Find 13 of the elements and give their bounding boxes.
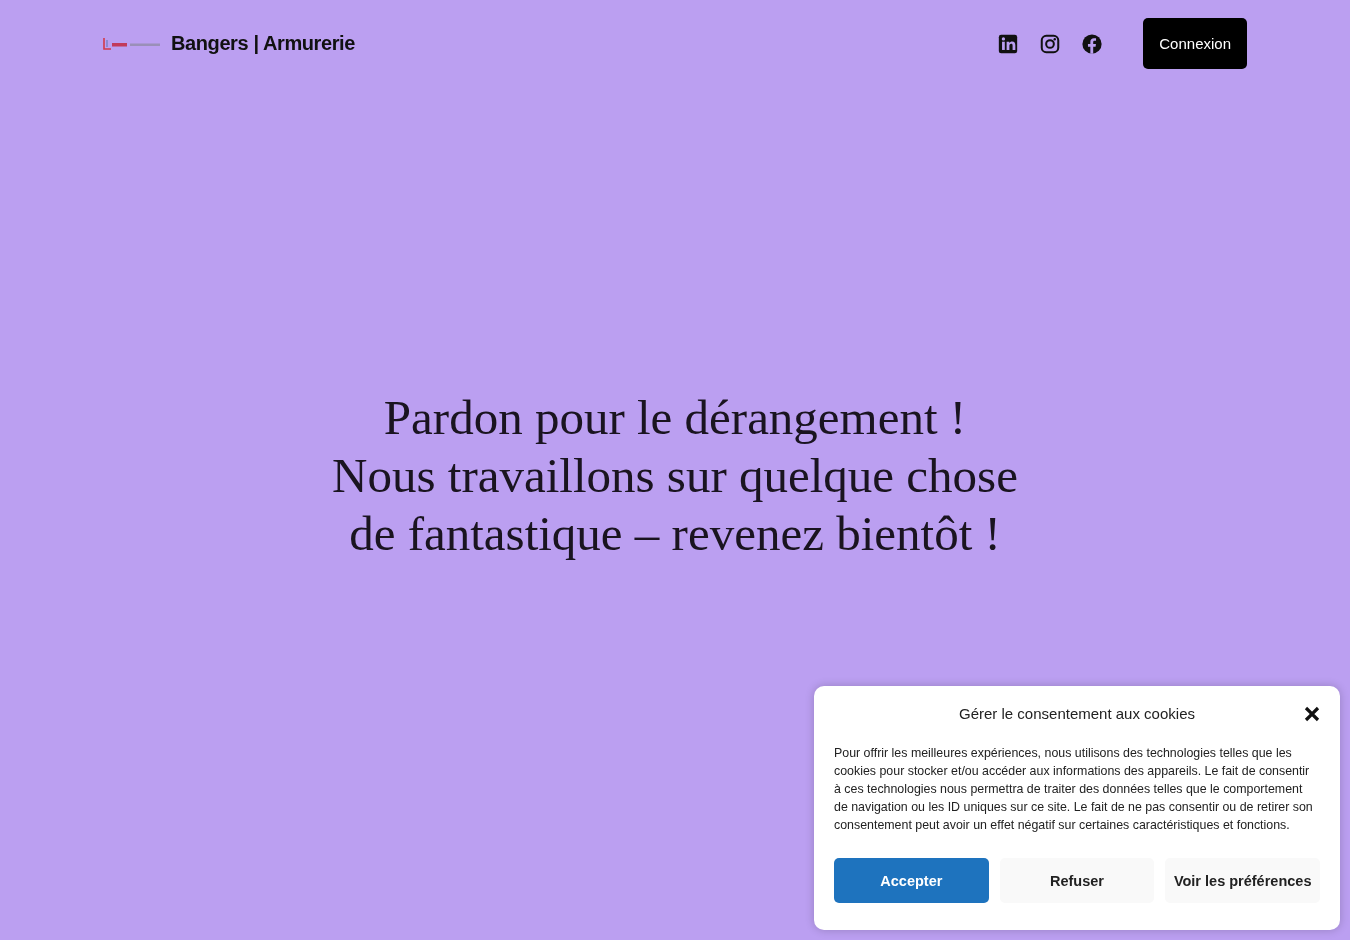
linkedin-icon[interactable] [997, 32, 1020, 55]
instagram-icon[interactable] [1039, 32, 1062, 55]
close-icon [1304, 706, 1320, 722]
cookie-option-button[interactable]: Refuser [999, 858, 1155, 903]
site-title[interactable]: Bangers | Armurerie [171, 32, 355, 55]
dialog-text: Pour offrir les meilleures expériences, nous utilisons des technologies telles que les cookies pour stocker et/ou accéder aux informations des appareils. Le fait de consentir à ces technologies nous permettra de traiter des données telles que le comportement de navigation ou les ID uniques sur ce site. Le fait de ne pas consentir ou de retirer son consentement peut avoir un effet négatif sur certaines caractéristiques et fonctions. [834, 745, 1314, 834]
headline: Pardon pour le dérangement ! Nous travaillons sur quelque chose de fantastique – revenez bientôt ! [332, 389, 1018, 563]
facebook-icon[interactable] [1081, 32, 1104, 55]
cookie-option-button[interactable]: Voir les préférences [1165, 858, 1320, 903]
dialog-title: Gérer le consentement aux cookies [959, 704, 1195, 722]
accept-button[interactable]: Accepter [834, 858, 989, 903]
login-button[interactable]: Connexion [1143, 18, 1247, 69]
close-button[interactable] [1304, 706, 1320, 722]
